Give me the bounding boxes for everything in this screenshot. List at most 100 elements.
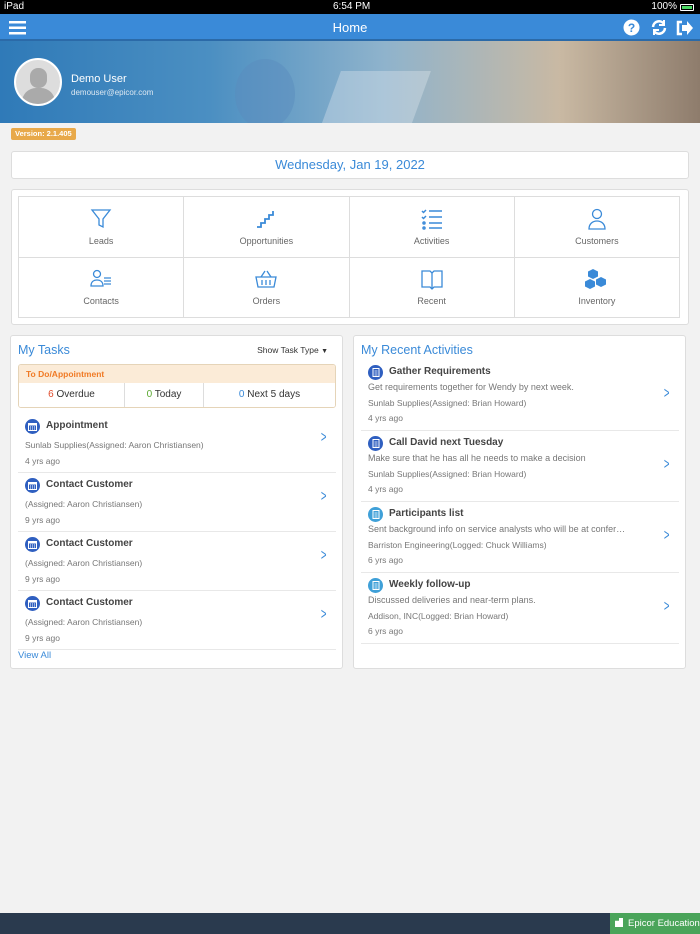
document-icon [368,507,383,522]
chevron-right-icon[interactable]: > [321,606,327,624]
stairs-icon [257,210,275,228]
view-all-link[interactable]: View All [18,650,51,661]
user-email: demouser@epicor.com [71,88,154,97]
tile-label: Orders [252,296,281,307]
tile-customers[interactable]: Customers [514,197,680,258]
task-item[interactable]: Contact Customer (Assigned: Aaron Christ… [18,473,336,532]
stat-label: Next 5 days [247,389,301,400]
activity-item[interactable]: Gather Requirements Get requirements tog… [361,360,679,431]
stat-label: Today [154,389,182,400]
page-title: Home [332,20,368,35]
todo-summary: To Do/Appointment 6 Overdue 0 Today 0 Ne… [18,364,336,408]
tile-label: Opportunities [239,235,294,246]
user-name: Demo User [71,73,127,85]
stat-count: 0 [146,389,153,400]
activity-title: Weekly follow-up [389,579,471,590]
activity-detail: Sunlab Supplies(Assigned: Brian Howard) [368,398,527,408]
chevron-right-icon[interactable]: > [664,598,670,616]
book-icon [420,270,443,291]
version-badge: Version: 2.1.405 [11,128,76,140]
current-date: Wednesday, Jan 19, 2022 [11,151,689,179]
activity-item[interactable]: Call David next Tuesday Make sure that h… [361,431,679,502]
tile-label: Customers [575,235,619,246]
chevron-right-icon[interactable]: > [321,547,327,565]
show-task-type-dropdown[interactable]: Show Task Type ▼ [257,345,328,355]
task-detail: (Assigned: Aaron Christiansen) [25,617,143,627]
contact-card-icon [90,270,112,287]
stat-count: 0 [238,389,245,400]
activity-item[interactable]: Weekly follow-up Discussed deliveries an… [361,573,679,644]
activity-age: 6 yrs ago [368,626,403,636]
tile-contacts[interactable]: Contacts [19,257,185,318]
funnel-icon [90,209,112,228]
calendar-icon [25,596,40,611]
activity-item[interactable]: Participants list Sent background info o… [361,502,679,573]
chevron-right-icon[interactable]: > [664,527,670,545]
document-icon [368,365,383,380]
chevron-right-icon[interactable]: > [321,429,327,447]
task-age: 4 yrs ago [25,456,60,466]
refresh-icon[interactable] [649,18,668,37]
stat-next-5-days[interactable]: 0 Next 5 days [204,383,335,407]
stat-label: Overdue [56,389,95,400]
badge-label: Epicor Education [628,918,700,929]
activity-description: Sent background info on service analysts… [368,524,626,534]
battery-icon [680,3,694,11]
activities-title: My Recent Activities [361,343,473,357]
task-detail: (Assigned: Aaron Christiansen) [25,499,143,509]
task-item[interactable]: Contact Customer (Assigned: Aaron Christ… [18,591,336,650]
task-item[interactable]: Contact Customer (Assigned: Aaron Christ… [18,532,336,591]
task-detail: Sunlab Supplies(Assigned: Aaron Christia… [25,440,204,450]
chevron-right-icon[interactable]: > [664,385,670,403]
activity-description: Make sure that he has all he needs to ma… [368,453,586,463]
task-item[interactable]: Appointment Sunlab Supplies(Assigned: Aa… [18,414,336,473]
caret-down-icon: ▼ [321,348,328,355]
clock: 6:54 PM [333,1,371,12]
tile-label: Inventory [578,296,616,307]
boxes-icon [584,269,606,290]
task-title: Contact Customer [46,597,133,608]
activity-description: Discussed deliveries and near-term plans… [368,595,536,605]
footer: Epicor Education [0,913,700,934]
activity-detail: Sunlab Supplies(Assigned: Brian Howard) [368,469,527,479]
tile-inventory[interactable]: Inventory [514,257,680,318]
tile-leads[interactable]: Leads [19,197,185,258]
tasks-title: My Tasks [18,343,70,357]
chevron-right-icon[interactable]: > [321,488,327,506]
tile-activities[interactable]: Activities [349,197,515,258]
tile-label: Leads [88,235,114,246]
avatar[interactable] [14,58,62,106]
activity-detail: Barriston Engineering(Logged: Chuck Will… [368,540,547,550]
task-title: Contact Customer [46,538,133,549]
checklist-icon [421,209,442,230]
calendar-icon [25,537,40,552]
logout-icon[interactable] [676,18,694,37]
stat-overdue[interactable]: 6 Overdue [19,383,125,407]
task-age: 9 yrs ago [25,515,60,525]
tile-label: Activities [413,235,450,246]
activity-age: 4 yrs ago [368,413,403,423]
activity-title: Call David next Tuesday [389,437,504,448]
task-age: 9 yrs ago [25,574,60,584]
battery-status: 100% [651,0,694,14]
help-icon[interactable]: ? [622,18,640,37]
device-label: iPad [4,1,25,12]
document-icon [368,578,383,593]
dropdown-label: Show Task Type [257,345,319,355]
status-bar: iPad 6:54 PM 100% [0,0,700,14]
basket-icon [255,270,278,288]
activity-description: Get requirements together for Wendy by n… [368,382,574,392]
tile-recent[interactable]: Recent [349,257,515,318]
task-age: 9 yrs ago [25,633,60,643]
recent-activities-panel: My Recent Activities Gather Requirements… [353,335,686,669]
person-icon [588,208,606,230]
tile-opportunities[interactable]: Opportunities [184,197,350,258]
battery-percent: 100% [651,1,677,12]
epicor-education-badge[interactable]: Epicor Education [610,913,700,934]
chevron-right-icon[interactable]: > [664,456,670,474]
my-tasks-panel: My Tasks Show Task Type ▼ To Do/Appointm… [10,335,343,669]
calendar-icon [25,419,40,434]
stat-count: 6 [48,389,54,400]
stat-today[interactable]: 0 Today [125,383,204,407]
tile-orders[interactable]: Orders [184,257,350,318]
